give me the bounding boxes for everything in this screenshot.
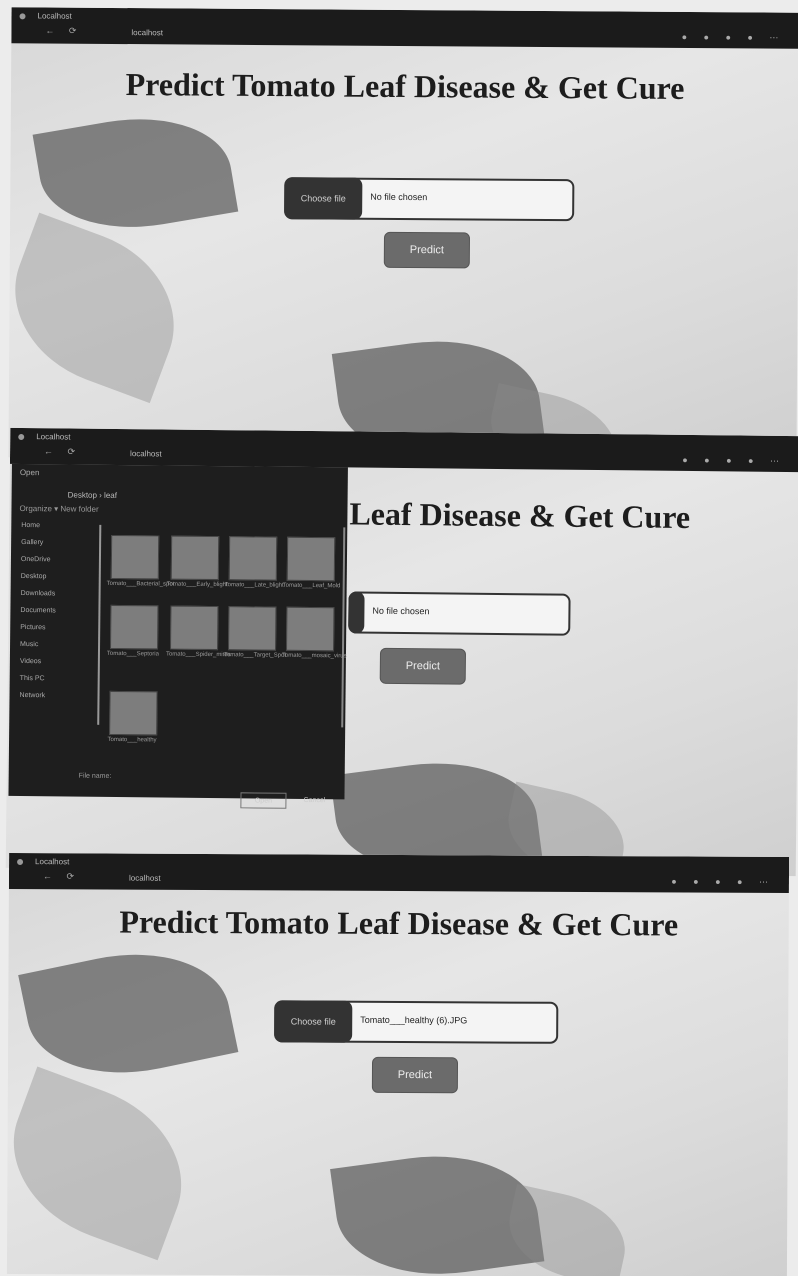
page-title: Predict Tomato Leaf Disease & Get Cure bbox=[125, 66, 685, 106]
toolbar-icons[interactable]: ● ● ● ● ⋯ bbox=[682, 32, 786, 44]
nav-buttons[interactable]: ← ⟳ bbox=[45, 25, 82, 36]
dialog-toolbar[interactable]: Organize ▾ New folder bbox=[19, 504, 98, 514]
file-thumbnail[interactable] bbox=[286, 606, 335, 652]
browser-icon bbox=[18, 433, 25, 441]
file-caption: Tomato___Late_blight bbox=[224, 582, 284, 589]
tab-label[interactable]: Localhost bbox=[35, 857, 69, 866]
file-thumbnail[interactable] bbox=[110, 534, 160, 580]
leaf-decoration bbox=[6, 1066, 207, 1261]
sidebar-item[interactable]: Downloads bbox=[21, 590, 97, 598]
photo-page: Localhost ← ⟳ localhost ● ● ● ● ⋯ Predic… bbox=[0, 0, 798, 1276]
screenshot-initial: Localhost ← ⟳ localhost ● ● ● ● ⋯ Predic… bbox=[8, 7, 798, 463]
browser-icon bbox=[17, 859, 24, 866]
address-bar[interactable]: localhost bbox=[131, 28, 163, 37]
file-thumbnail[interactable] bbox=[286, 536, 336, 582]
file-input[interactable]: No file chosen bbox=[348, 591, 571, 636]
file-status: No file chosen bbox=[372, 605, 430, 617]
file-caption: Tomato___Bacterial_spot bbox=[106, 580, 175, 588]
file-caption: Tomato___mosaic_virus bbox=[281, 652, 347, 660]
sidebar-item[interactable]: Network bbox=[19, 692, 95, 700]
cancel-button[interactable]: Cancel bbox=[292, 793, 336, 807]
sidebar-item[interactable]: This PC bbox=[20, 675, 96, 683]
dialog-sidebar: Home Gallery OneDrive Desktop Downloads … bbox=[19, 522, 97, 710]
file-name-label: File name: bbox=[78, 772, 112, 780]
file-caption: Tomato___healthy bbox=[107, 736, 157, 744]
browser-bar: Localhost ← ⟳ localhost ● ● ● ● ⋯ bbox=[11, 7, 798, 49]
sidebar-item[interactable]: Documents bbox=[20, 607, 96, 615]
file-thumbnail[interactable] bbox=[170, 605, 219, 651]
file-caption: Tomato___Early_blight bbox=[166, 581, 228, 589]
toolbar-icons[interactable]: ● ● ● ● ⋯ bbox=[671, 876, 775, 888]
sidebar-item[interactable]: Music bbox=[20, 641, 96, 649]
screenshot-file-dialog: Localhost ← ⟳ localhost ● ● ● ● ⋯ Leaf D… bbox=[5, 427, 798, 877]
predict-button[interactable]: Predict bbox=[379, 647, 467, 685]
file-thumbnail[interactable] bbox=[228, 606, 277, 651]
sidebar-item[interactable]: Pictures bbox=[20, 624, 96, 632]
file-thumbnail[interactable] bbox=[228, 536, 278, 581]
file-caption: Tomato___Spider_mites bbox=[165, 651, 231, 659]
tab-label[interactable]: Localhost bbox=[37, 11, 71, 20]
dialog-path[interactable]: Desktop › leaf bbox=[68, 490, 117, 500]
toolbar-icons[interactable]: ● ● ● ● ⋯ bbox=[682, 455, 786, 467]
choose-file-button-edge[interactable] bbox=[348, 591, 365, 634]
file-caption: Tomato___Target_Spot bbox=[223, 652, 287, 659]
file-input[interactable]: Choose file Tomato___healthy (6).JPG bbox=[274, 1000, 559, 1044]
predict-button[interactable]: Predict bbox=[371, 1056, 459, 1094]
choose-file-button[interactable]: Choose file bbox=[284, 177, 363, 220]
file-thumbnail[interactable] bbox=[109, 690, 158, 736]
dialog-title: Open bbox=[19, 467, 40, 478]
nav-buttons[interactable]: ← ⟳ bbox=[43, 871, 80, 882]
browser-bar: Localhost ← ⟳ localhost ● ● ● ● ⋯ bbox=[8, 852, 790, 894]
file-status: No file chosen bbox=[370, 191, 428, 203]
tab-label[interactable]: Localhost bbox=[36, 432, 70, 441]
browser-icon bbox=[19, 13, 26, 20]
file-caption: Tomato___Leaf_Mold bbox=[282, 582, 341, 590]
files-scrollbar[interactable] bbox=[341, 527, 346, 728]
file-input[interactable]: Choose file No file chosen bbox=[284, 177, 575, 222]
file-thumbnail[interactable] bbox=[170, 535, 220, 581]
leaf-decoration bbox=[18, 934, 239, 1093]
address-bar[interactable]: localhost bbox=[130, 449, 162, 458]
address-bar[interactable]: localhost bbox=[129, 874, 161, 883]
file-caption: Tomato___Septoria bbox=[106, 650, 160, 658]
sidebar-item[interactable]: Home bbox=[21, 522, 97, 530]
file-open-dialog: Open Organize ▾ New folder Desktop › lea… bbox=[8, 463, 348, 809]
choose-file-button[interactable]: Choose file bbox=[274, 1000, 353, 1043]
open-button[interactable]: Open bbox=[240, 792, 287, 809]
sidebar-item[interactable]: OneDrive bbox=[21, 556, 97, 564]
sidebar-item[interactable]: Gallery bbox=[21, 539, 97, 547]
page-title: Predict Tomato Leaf Disease & Get Cure bbox=[119, 903, 679, 943]
screenshot-file-selected: Localhost ← ⟳ localhost ● ● ● ● ⋯ Predic… bbox=[6, 852, 790, 1276]
leaf-decoration bbox=[8, 212, 199, 404]
file-thumbnail[interactable] bbox=[110, 604, 159, 650]
sidebar-scrollbar[interactable] bbox=[97, 524, 102, 725]
nav-buttons[interactable]: ← ⟳ bbox=[44, 446, 81, 457]
sidebar-item[interactable]: Desktop bbox=[21, 573, 97, 581]
sidebar-item[interactable]: Videos bbox=[20, 658, 96, 666]
predict-button[interactable]: Predict bbox=[383, 231, 471, 269]
file-status: Tomato___healthy (6).JPG bbox=[360, 1014, 468, 1026]
page-title-partial: Leaf Disease & Get Cure bbox=[349, 495, 691, 535]
